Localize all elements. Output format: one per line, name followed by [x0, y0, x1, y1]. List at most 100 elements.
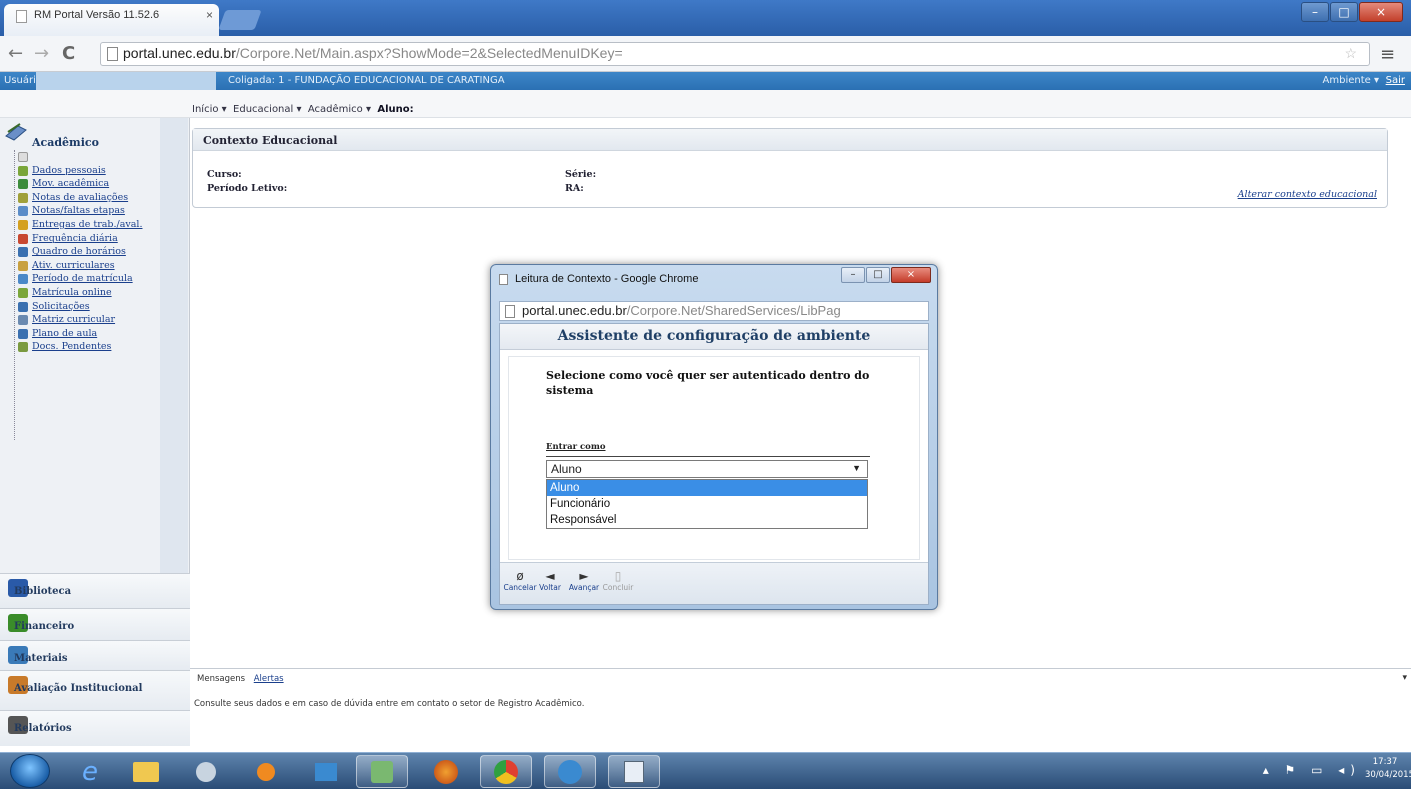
breadcrumb-educacional[interactable]: Educacional ▾ [233, 104, 301, 115]
option-funcionario[interactable]: Funcionário [547, 496, 867, 512]
dialog-minimize-button[interactable]: – [841, 267, 865, 283]
sidebar-item-label: Mov. acadêmica [32, 178, 110, 190]
sidebar-section[interactable]: Relatórios [0, 710, 190, 746]
menu-item-icon [18, 192, 28, 203]
ie-icon[interactable]: e [64, 755, 116, 788]
sidebar-item[interactable]: Entregas de trab./aval. [10, 218, 142, 232]
sidebar-item[interactable]: Matriz curricular [10, 313, 142, 327]
start-button[interactable] [10, 754, 50, 788]
enter-as-select[interactable]: Aluno ▼ [546, 460, 868, 478]
serie-label: Série: [565, 169, 597, 180]
bookmark-star-icon[interactable]: ☆ [1344, 45, 1357, 62]
reload-icon[interactable]: C [62, 43, 75, 64]
menu-item-icon [18, 287, 28, 298]
chrome-icon[interactable] [480, 755, 532, 788]
logout-link[interactable]: Sair [1386, 72, 1405, 90]
close-window-button[interactable]: × [1359, 2, 1403, 22]
app-circle-icon[interactable] [544, 755, 596, 788]
back-arrow-icon: ◄ [545, 569, 555, 583]
maximize-button[interactable]: □ [1330, 2, 1358, 22]
user-name-redacted [36, 72, 216, 90]
context-dialog-window: Leitura de Contexto - Google Chrome – □ … [490, 264, 938, 610]
menu-item-icon [18, 179, 28, 190]
app-header: Usuário Coligada: 1 - FUNDAÇÃO EDUCACION… [0, 72, 1411, 90]
clock-date: 30/04/2015 [1365, 770, 1411, 780]
dialog-close-button[interactable]: × [891, 267, 931, 283]
dropdown-arrow-icon[interactable]: ▼ [852, 463, 861, 473]
sidebar-item[interactable]: Mov. acadêmica [10, 177, 142, 191]
sidebar-item[interactable]: Quadro de horários [10, 245, 142, 259]
curso-label: Curso: [207, 169, 242, 180]
page-icon [499, 274, 508, 285]
sidebar-item-label: Docs. Pendentes [32, 341, 112, 353]
sidebar-item[interactable]: Docs. Pendentes [10, 340, 142, 354]
dialog-maximize-button[interactable]: □ [866, 267, 890, 283]
sidebar-item[interactable]: Período de matrícula [10, 272, 142, 286]
menu-item-icon [18, 206, 28, 217]
dialog-window-title: Leitura de Contexto - Google Chrome [515, 273, 699, 285]
next-label: Avançar [568, 583, 600, 592]
minimize-button[interactable]: – [1301, 2, 1329, 22]
wizard-footer: ø Cancelar ◄ Voltar ► Avançar ▯ Concluir [500, 562, 928, 604]
app-icon[interactable] [180, 755, 232, 788]
collapse-icon[interactable]: ▾ [1402, 673, 1407, 683]
tab-mensagens[interactable]: Mensagens [194, 673, 248, 685]
sidebar-item[interactable]: Solicitações [10, 300, 142, 314]
sidebar-item[interactable]: Ativ. curriculares [10, 259, 142, 273]
sidebar-section[interactable]: Avaliação Institucional [0, 670, 190, 710]
forward-arrow-icon[interactable]: → [34, 43, 49, 64]
folder-icon [18, 152, 28, 162]
next-button[interactable]: ► Avançar [566, 569, 602, 592]
sidebar-section[interactable]: Materiais [0, 640, 190, 670]
breadcrumb-aluno: Aluno: [377, 104, 414, 115]
sidebar-header[interactable]: Acadêmico [32, 136, 99, 149]
chrome-menu-icon[interactable]: ≡ [1380, 44, 1395, 65]
sidebar-section-label: Materiais [14, 653, 68, 664]
browser-tab[interactable]: RM Portal Versão 11.52.6 × [4, 4, 219, 36]
clock[interactable]: 17:37 30/04/2015 [1365, 756, 1411, 782]
menu-item-icon [18, 233, 28, 244]
sidebar-item[interactable]: Notas de avaliações [10, 191, 142, 205]
option-aluno[interactable]: Aluno [547, 480, 867, 496]
system-tray[interactable]: ▴ ⚑ ▭ ◂) [1263, 763, 1361, 777]
finish-icon: ▯ [614, 569, 622, 583]
context-panel: Contexto Educacional Curso: Período Leti… [192, 128, 1388, 208]
sidebar-section-label: Biblioteca [14, 586, 72, 597]
sidebar-item-label: Dados pessoais [32, 164, 106, 176]
sidebar-item[interactable]: Matrícula online [10, 286, 142, 300]
context-title: Contexto Educacional [193, 129, 1387, 151]
page-icon [505, 305, 515, 318]
explorer-icon[interactable] [120, 755, 172, 788]
network-app-icon[interactable] [300, 755, 352, 788]
paint-icon[interactable] [356, 755, 408, 788]
sidebar: Acadêmico Dados pessoais Mov. acadêmica No… [0, 118, 190, 746]
back-arrow-icon[interactable]: ← [8, 43, 23, 64]
select-value: Aluno [551, 462, 582, 476]
firefox-icon[interactable] [420, 755, 472, 788]
sidebar-section[interactable]: Financeiro [0, 608, 190, 640]
media-player-icon[interactable] [240, 755, 292, 788]
tab-close-icon[interactable]: × [206, 8, 213, 22]
breadcrumb-inicio[interactable]: Início ▾ [192, 104, 227, 115]
sidebar-item-label: Quadro de horários [32, 246, 126, 258]
address-bar[interactable]: portal.unec.edu.br/Corpore.Net/Main.aspx… [100, 42, 1370, 66]
coligada-label: Coligada: 1 - FUNDAÇÃO EDUCACIONAL DE CA… [228, 75, 505, 86]
sidebar-item[interactable]: Notas/faltas etapas [10, 204, 142, 218]
finish-button[interactable]: ▯ Concluir [600, 569, 636, 592]
sidebar-item[interactable]: Dados pessoais [10, 164, 142, 178]
change-context-link[interactable]: Alterar contexto educacional [1238, 189, 1377, 200]
tree-root [10, 150, 142, 164]
messages-tabs: Mensagens Alertas [194, 673, 287, 685]
option-responsavel[interactable]: Responsável [547, 512, 867, 528]
breadcrumb-academico[interactable]: Acadêmico ▾ [308, 104, 371, 115]
sidebar-item-label: Ativ. curriculares [32, 259, 115, 271]
sidebar-item[interactable]: Frequência diária [10, 232, 142, 246]
back-button[interactable]: ◄ Voltar [532, 569, 568, 592]
tab-alertas[interactable]: Alertas [251, 673, 287, 685]
document-icon[interactable] [608, 755, 660, 788]
ambiente-menu[interactable]: Ambiente ▾ [1323, 72, 1379, 90]
sidebar-section[interactable]: Biblioteca [0, 573, 190, 608]
sidebar-item[interactable]: Plano de aula [10, 327, 142, 341]
periodo-label: Período Letivo: [207, 183, 288, 194]
new-tab-button[interactable] [218, 10, 262, 30]
